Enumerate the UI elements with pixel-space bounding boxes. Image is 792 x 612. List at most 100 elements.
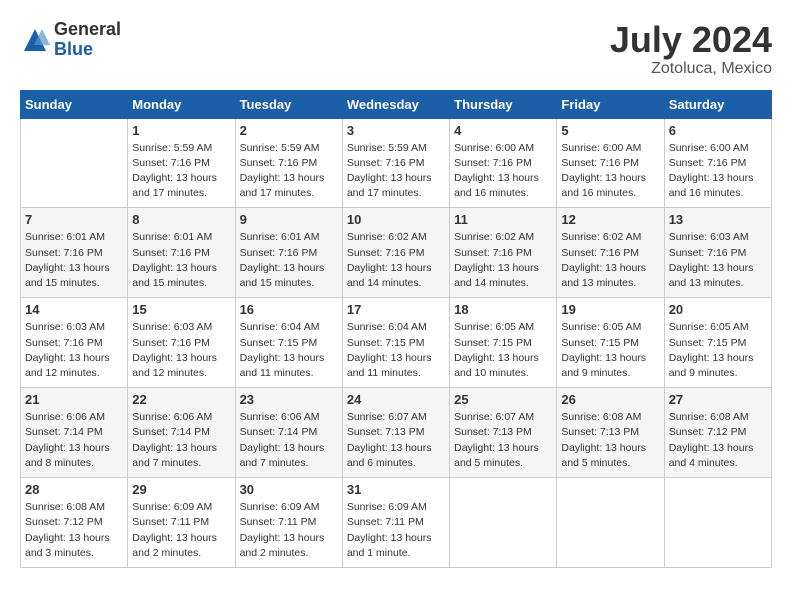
day-info: Sunrise: 5:59 AMSunset: 7:16 PMDaylight:… (347, 141, 445, 202)
calendar-cell: 9 Sunrise: 6:01 AMSunset: 7:16 PMDaylight… (235, 208, 342, 298)
calendar-cell: 4Sunrise: 6:00 AMSunset: 7:16 PMDaylight… (450, 118, 557, 208)
day-number: 22 (132, 392, 230, 407)
calendar-header: SundayMondayTuesdayWednesdayThursdayFrid… (21, 90, 772, 118)
location: Zotoluca, Mexico (610, 60, 772, 78)
calendar-cell: 12Sunrise: 6:02 AMSunset: 7:16 PMDayligh… (557, 208, 664, 298)
logo: General Blue (20, 20, 121, 60)
day-number: 2 (240, 123, 338, 138)
day-info: Sunrise: 6:06 AMSunset: 7:14 PMDaylight:… (240, 410, 338, 471)
page-header: General Blue July 2024 Zotoluca, Mexico (20, 20, 772, 78)
day-number: 8 (132, 212, 230, 227)
day-number: 9 (240, 212, 338, 227)
day-number: 3 (347, 123, 445, 138)
weekday-header-monday: Monday (128, 90, 235, 118)
day-info: Sunrise: 6:08 AMSunset: 7:13 PMDaylight:… (561, 410, 659, 471)
day-info: Sunrise: 6:02 AMSunset: 7:16 PMDaylight:… (347, 230, 445, 291)
calendar-cell: 31 Sunrise: 6:09 AMSunset: 7:11 PMDayligh… (342, 478, 449, 568)
day-info: Sunrise: 6:01 AMSunset: 7:16 PMDaylight:… (240, 230, 338, 291)
calendar-cell: 18 Sunrise: 6:05 AMSunset: 7:15 PMDayligh… (450, 298, 557, 388)
calendar-cell: 13Sunrise: 6:03 AMSunset: 7:16 PMDayligh… (664, 208, 771, 298)
day-info: Sunrise: 6:02 AMSunset: 7:16 PMDaylight:… (561, 230, 659, 291)
day-number: 10 (347, 212, 445, 227)
calendar-cell: 25 Sunrise: 6:07 AMSunset: 7:13 PMDayligh… (450, 388, 557, 478)
day-number: 19 (561, 302, 659, 317)
calendar-week-1: 1 Sunrise: 5:59 AMSunset: 7:16 PMDaylight… (21, 118, 772, 208)
day-number: 11 (454, 212, 552, 227)
day-info: Sunrise: 6:05 AMSunset: 7:15 PMDaylight:… (454, 320, 552, 381)
calendar-cell: 3 Sunrise: 5:59 AMSunset: 7:16 PMDaylight… (342, 118, 449, 208)
day-number: 17 (347, 302, 445, 317)
day-number: 7 (25, 212, 123, 227)
day-info: Sunrise: 6:00 AMSunset: 7:16 PMDaylight:… (454, 141, 552, 202)
calendar-cell: 5 Sunrise: 6:00 AMSunset: 7:16 PMDaylight… (557, 118, 664, 208)
day-info: Sunrise: 6:09 AMSunset: 7:11 PMDaylight:… (240, 500, 338, 561)
calendar-week-3: 14 Sunrise: 6:03 AMSunset: 7:16 PMDayligh… (21, 298, 772, 388)
day-info: Sunrise: 6:00 AMSunset: 7:16 PMDaylight:… (561, 141, 659, 202)
calendar-cell: 26 Sunrise: 6:08 AMSunset: 7:13 PMDayligh… (557, 388, 664, 478)
weekday-header-thursday: Thursday (450, 90, 557, 118)
weekday-header-saturday: Saturday (664, 90, 771, 118)
weekday-header-row: SundayMondayTuesdayWednesdayThursdayFrid… (21, 90, 772, 118)
day-info: Sunrise: 6:07 AMSunset: 7:13 PMDaylight:… (454, 410, 552, 471)
weekday-header-friday: Friday (557, 90, 664, 118)
day-info: Sunrise: 6:02 AMSunset: 7:16 PMDaylight:… (454, 230, 552, 291)
day-number: 6 (669, 123, 767, 138)
calendar-cell: 10 Sunrise: 6:02 AMSunset: 7:16 PMDayligh… (342, 208, 449, 298)
calendar-cell: 6 Sunrise: 6:00 AMSunset: 7:16 PMDaylight… (664, 118, 771, 208)
day-info: Sunrise: 6:07 AMSunset: 7:13 PMDaylight:… (347, 410, 445, 471)
day-number: 20 (669, 302, 767, 317)
day-info: Sunrise: 6:06 AMSunset: 7:14 PMDaylight:… (25, 410, 123, 471)
calendar-cell: 19Sunrise: 6:05 AMSunset: 7:15 PMDayligh… (557, 298, 664, 388)
day-number: 13 (669, 212, 767, 227)
calendar-cell (21, 118, 128, 208)
calendar-cell: 11 Sunrise: 6:02 AMSunset: 7:16 PMDayligh… (450, 208, 557, 298)
day-number: 26 (561, 392, 659, 407)
calendar-week-5: 28 Sunrise: 6:08 AMSunset: 7:12 PMDayligh… (21, 478, 772, 568)
day-number: 27 (669, 392, 767, 407)
calendar-cell: 20 Sunrise: 6:05 AMSunset: 7:15 PMDayligh… (664, 298, 771, 388)
day-info: Sunrise: 6:06 AMSunset: 7:14 PMDaylight:… (132, 410, 230, 471)
calendar-cell: 16Sunrise: 6:04 AMSunset: 7:15 PMDayligh… (235, 298, 342, 388)
calendar-cell: 22 Sunrise: 6:06 AMSunset: 7:14 PMDayligh… (128, 388, 235, 478)
day-info: Sunrise: 6:04 AMSunset: 7:15 PMDaylight:… (347, 320, 445, 381)
calendar-body: 1 Sunrise: 5:59 AMSunset: 7:16 PMDaylight… (21, 118, 772, 567)
day-number: 1 (132, 123, 230, 138)
day-info: Sunrise: 6:09 AMSunset: 7:11 PMDaylight:… (347, 500, 445, 561)
logo-general: General (54, 20, 121, 40)
day-number: 16 (240, 302, 338, 317)
calendar-cell (557, 478, 664, 568)
calendar-cell: 8 Sunrise: 6:01 AMSunset: 7:16 PMDaylight… (128, 208, 235, 298)
day-number: 31 (347, 482, 445, 497)
title-block: July 2024 Zotoluca, Mexico (610, 20, 772, 78)
day-info: Sunrise: 5:59 AMSunset: 7:16 PMDaylight:… (240, 141, 338, 202)
day-number: 28 (25, 482, 123, 497)
day-info: Sunrise: 6:01 AMSunset: 7:16 PMDaylight:… (25, 230, 123, 291)
day-info: Sunrise: 6:03 AMSunset: 7:16 PMDaylight:… (132, 320, 230, 381)
calendar-cell: 7 Sunrise: 6:01 AMSunset: 7:16 PMDaylight… (21, 208, 128, 298)
day-info: Sunrise: 6:00 AMSunset: 7:16 PMDaylight:… (669, 141, 767, 202)
day-info: Sunrise: 6:05 AMSunset: 7:15 PMDaylight:… (669, 320, 767, 381)
calendar-cell: 15 Sunrise: 6:03 AMSunset: 7:16 PMDayligh… (128, 298, 235, 388)
month-year: July 2024 (610, 20, 772, 60)
calendar-cell: 14Sunrise: 6:03 AMSunset: 7:16 PMDayligh… (21, 298, 128, 388)
day-number: 15 (132, 302, 230, 317)
calendar-week-2: 7 Sunrise: 6:01 AMSunset: 7:16 PMDaylight… (21, 208, 772, 298)
calendar-cell: 17 Sunrise: 6:04 AMSunset: 7:15 PMDayligh… (342, 298, 449, 388)
day-info: Sunrise: 6:08 AMSunset: 7:12 PMDaylight:… (25, 500, 123, 561)
calendar-cell: 2 Sunrise: 5:59 AMSunset: 7:16 PMDaylight… (235, 118, 342, 208)
day-number: 24 (347, 392, 445, 407)
logo-blue: Blue (54, 40, 121, 60)
day-number: 14 (25, 302, 123, 317)
day-number: 18 (454, 302, 552, 317)
weekday-header-tuesday: Tuesday (235, 90, 342, 118)
logo-text: General Blue (54, 20, 121, 60)
logo-icon (20, 25, 50, 55)
calendar-table: SundayMondayTuesdayWednesdayThursdayFrid… (20, 90, 772, 568)
day-number: 21 (25, 392, 123, 407)
weekday-header-wednesday: Wednesday (342, 90, 449, 118)
day-number: 25 (454, 392, 552, 407)
day-info: Sunrise: 6:01 AMSunset: 7:16 PMDaylight:… (132, 230, 230, 291)
calendar-cell: 29Sunrise: 6:09 AMSunset: 7:11 PMDayligh… (128, 478, 235, 568)
day-info: Sunrise: 6:09 AMSunset: 7:11 PMDaylight:… (132, 500, 230, 561)
day-number: 5 (561, 123, 659, 138)
